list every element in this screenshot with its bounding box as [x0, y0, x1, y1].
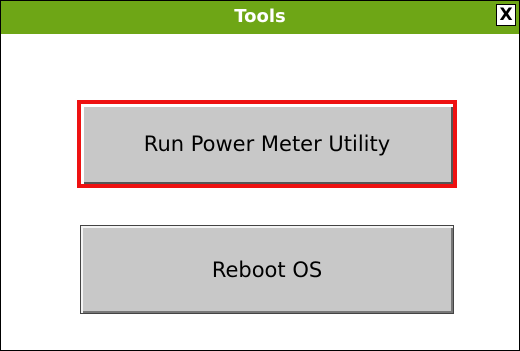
reboot-os-button[interactable]: Reboot OS	[80, 225, 454, 314]
dialog-title: Tools	[234, 6, 286, 27]
close-button[interactable]: X	[496, 4, 516, 26]
run-power-meter-utility-button[interactable]: Run Power Meter Utility	[77, 100, 457, 188]
tools-dialog: Tools X Run Power Meter Utility Reboot O…	[0, 0, 520, 351]
title-bar: Tools X	[1, 1, 519, 34]
reboot-os-label: Reboot OS	[211, 257, 323, 282]
run-power-meter-utility-label: Run Power Meter Utility	[143, 132, 391, 156]
